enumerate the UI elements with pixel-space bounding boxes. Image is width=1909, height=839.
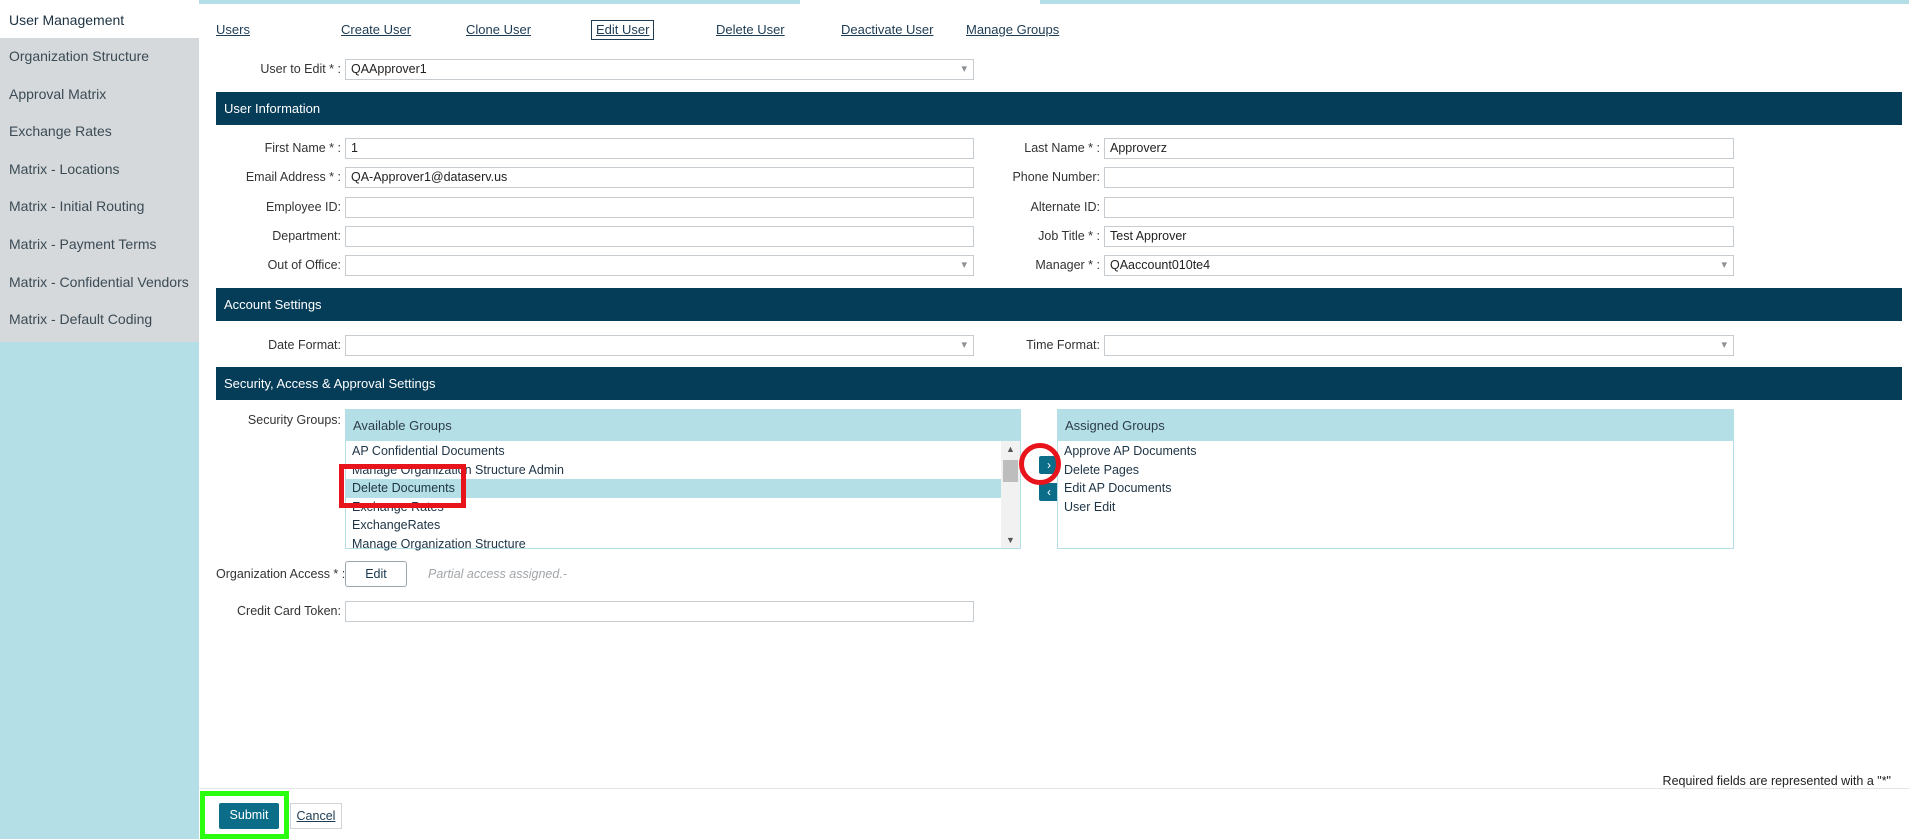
tab-delete-user[interactable]: Delete User xyxy=(716,22,785,37)
tab-clone-user[interactable]: Clone User xyxy=(466,22,531,37)
employee-id-field[interactable] xyxy=(345,197,974,218)
alternate-id-label: Alternate ID: xyxy=(1030,200,1100,214)
tab-deactivate-user[interactable]: Deactivate User xyxy=(841,22,933,37)
email-field[interactable]: QA-Approver1@dataserv.us xyxy=(345,167,974,188)
section-security-settings: Security, Access & Approval Settings xyxy=(216,367,1902,400)
footer-divider xyxy=(199,788,1909,789)
sidebar-item-matrix-initial-routing[interactable]: Matrix - Initial Routing xyxy=(0,188,199,226)
org-access-note: Partial access assigned.- xyxy=(428,567,567,581)
list-item[interactable]: ExchangeRates xyxy=(346,516,1020,535)
email-label: Email Address * : xyxy=(245,170,341,184)
cc-token-field[interactable] xyxy=(345,601,974,622)
manager-label: Manager * : xyxy=(1035,258,1100,272)
assigned-groups-header: Assigned Groups xyxy=(1058,410,1733,441)
manager-select[interactable]: QAaccount010te4 xyxy=(1104,255,1734,276)
sidebar-item-matrix-payment-terms[interactable]: Matrix - Payment Terms xyxy=(0,226,199,264)
section-account-settings: Account Settings xyxy=(216,288,1902,321)
out-of-office-label: Out of Office: xyxy=(267,258,341,272)
main-content: Users Create User Clone User Edit User D… xyxy=(216,0,1902,839)
tab-edit-user[interactable]: Edit User xyxy=(591,20,655,40)
first-name-label: First Name * : xyxy=(264,141,341,155)
out-of-office-select[interactable] xyxy=(345,255,974,276)
red-highlight-circle xyxy=(1019,443,1061,485)
first-name-field[interactable]: 1 xyxy=(345,138,974,159)
assigned-groups-list[interactable]: Assigned Groups Approve AP Documents Del… xyxy=(1057,409,1734,549)
time-format-select[interactable] xyxy=(1104,335,1734,356)
available-groups-scrollbar[interactable]: ▲ ▼ xyxy=(1001,441,1020,548)
job-title-label: Job Title * : xyxy=(1038,229,1100,243)
red-highlight-box xyxy=(339,464,466,508)
cancel-button[interactable]: Cancel xyxy=(290,803,342,829)
list-item[interactable]: AP Confidential Documents xyxy=(346,442,1020,461)
sidebar: User Management Organization Structure A… xyxy=(0,0,199,839)
phone-label: Phone Number: xyxy=(1012,170,1100,184)
sidebar-menu: User Management Organization Structure A… xyxy=(0,0,199,342)
scroll-down-icon[interactable]: ▼ xyxy=(1001,532,1020,548)
alternate-id-field[interactable] xyxy=(1104,197,1734,218)
list-item[interactable]: User Edit xyxy=(1058,498,1733,517)
required-fields-note: Required fields are represented with a "… xyxy=(1662,774,1891,788)
scrollbar-thumb[interactable] xyxy=(1003,460,1018,482)
time-format-label: Time Format: xyxy=(1026,338,1100,352)
org-access-label: Organization Access * : xyxy=(216,567,346,581)
available-groups-header: Available Groups xyxy=(346,410,1020,441)
move-left-button[interactable]: ‹ xyxy=(1039,483,1059,501)
sidebar-item-approval-matrix[interactable]: Approval Matrix xyxy=(0,76,199,114)
scroll-up-icon[interactable]: ▲ xyxy=(1001,441,1020,457)
last-name-label: Last Name * : xyxy=(1024,141,1100,155)
last-name-field[interactable]: Approverz xyxy=(1104,138,1734,159)
security-groups-label: Security Groups: xyxy=(247,413,341,427)
user-to-edit-select[interactable]: QAApprover1 xyxy=(345,59,974,80)
date-format-label: Date Format: xyxy=(268,338,341,352)
tab-users[interactable]: Users xyxy=(216,22,250,37)
department-label: Department: xyxy=(272,229,341,243)
org-access-edit-button[interactable]: Edit xyxy=(345,561,407,587)
job-title-field[interactable]: Test Approver xyxy=(1104,226,1734,247)
phone-field[interactable] xyxy=(1104,167,1734,188)
list-item[interactable]: Delete Pages xyxy=(1058,461,1733,480)
sidebar-item-matrix-default-coding[interactable]: Matrix - Default Coding xyxy=(0,301,199,339)
tab-manage-groups[interactable]: Manage Groups xyxy=(966,22,1059,37)
submit-button[interactable]: Submit xyxy=(219,803,279,829)
employee-id-label: Employee ID: xyxy=(265,200,341,214)
tab-create-user[interactable]: Create User xyxy=(341,22,411,37)
sidebar-item-user-management[interactable]: User Management xyxy=(0,0,199,38)
list-item[interactable]: Approve AP Documents xyxy=(1058,442,1733,461)
department-field[interactable] xyxy=(345,226,974,247)
sidebar-item-matrix-confidential-vendors[interactable]: Matrix - Confidential Vendors xyxy=(0,264,199,302)
sidebar-item-matrix-locations[interactable]: Matrix - Locations xyxy=(0,151,199,189)
user-to-edit-label: User to Edit * : xyxy=(260,62,341,76)
list-item[interactable]: Edit AP Documents xyxy=(1058,479,1733,498)
section-user-information: User Information xyxy=(216,92,1902,125)
sidebar-item-organization-structure[interactable]: Organization Structure xyxy=(0,38,199,76)
sidebar-item-exchange-rates[interactable]: Exchange Rates xyxy=(0,113,199,151)
cc-token-label: Credit Card Token: xyxy=(237,604,341,618)
date-format-select[interactable] xyxy=(345,335,974,356)
list-item[interactable]: Manage Organization Structure xyxy=(346,535,1020,554)
